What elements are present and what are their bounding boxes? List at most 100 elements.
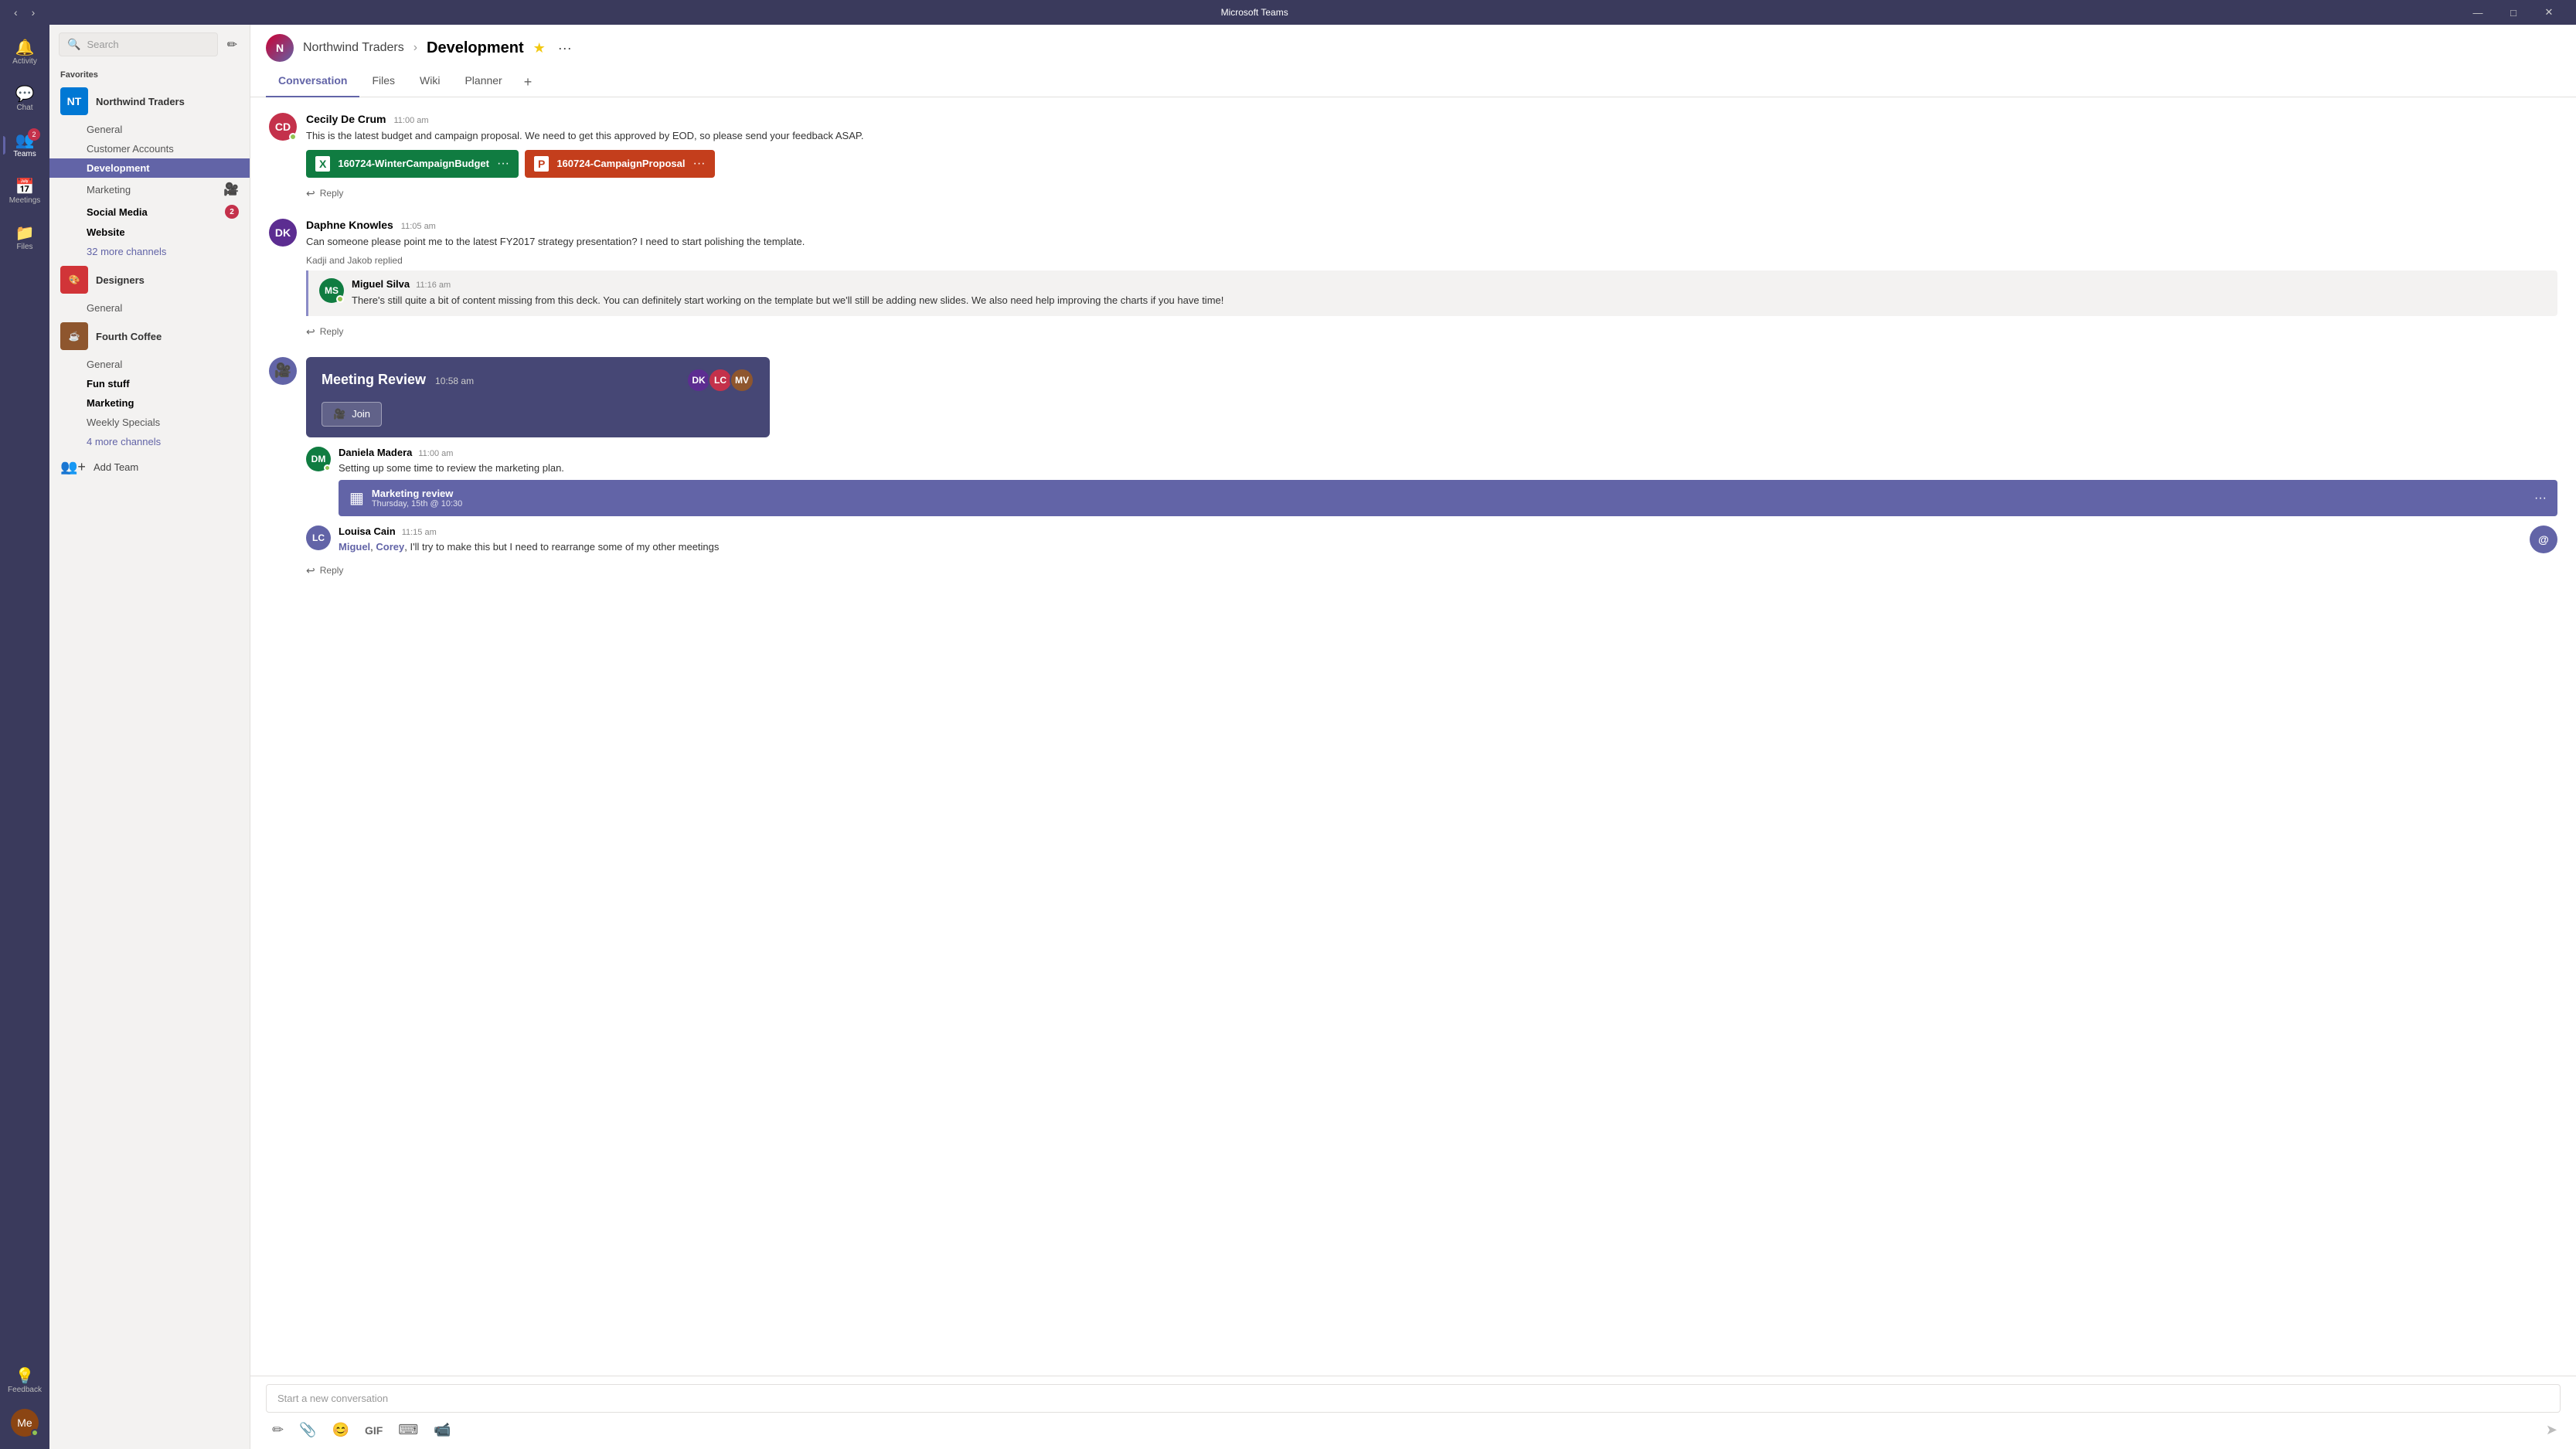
nav-teams[interactable]: 2 👥 Teams	[3, 124, 46, 167]
nav-chat-label: Chat	[16, 104, 32, 112]
video-message-button[interactable]: 📹	[430, 1419, 454, 1441]
maximize-button[interactable]: □	[2496, 0, 2531, 25]
daniela-time: 11:00 am	[418, 449, 453, 458]
daphne-body: Can someone please point me to the lates…	[306, 234, 2557, 250]
minimize-button[interactable]: —	[2460, 0, 2496, 25]
social-media-badge: 2	[225, 205, 239, 219]
excel-file-card[interactable]: X 160724-WinterCampaignBudget ···	[306, 150, 519, 178]
channel-development[interactable]: Development	[49, 158, 250, 178]
nav-chat[interactable]: 💬 Chat	[3, 77, 46, 121]
user-avatar[interactable]: Me	[11, 1409, 39, 1437]
nav-controls[interactable]: ‹ ›	[9, 5, 39, 20]
northwind-more-channels[interactable]: 32 more channels	[49, 242, 250, 261]
meeting-reply-button[interactable]: ↩ Reply	[306, 561, 2557, 580]
channel-header: N Northwind Traders › Development ★ ··· …	[250, 25, 2576, 97]
tab-conversation[interactable]: Conversation	[266, 68, 359, 97]
main-content: N Northwind Traders › Development ★ ··· …	[250, 25, 2576, 1449]
tab-wiki[interactable]: Wiki	[407, 68, 452, 97]
attach-file-button[interactable]: 📎	[296, 1419, 319, 1441]
daphne-reply-label: Reply	[320, 326, 344, 337]
fourth-coffee-avatar: ☕	[60, 322, 88, 350]
compose-input-field[interactable]: Start a new conversation	[266, 1384, 2561, 1413]
daniela-body: Setting up some time to review the marke…	[339, 461, 2557, 476]
channel-fc-marketing[interactable]: Marketing	[49, 393, 250, 413]
message-cecily: CD Cecily De Crum 11:00 am This is the l…	[269, 113, 2557, 203]
send-button[interactable]: ➤	[2546, 1422, 2557, 1438]
nav-feedback[interactable]: 💡 Feedback	[3, 1359, 46, 1403]
nav-feedback-label: Feedback	[8, 1386, 42, 1394]
excel-file-name: 160724-WinterCampaignBudget	[338, 158, 489, 169]
channel-social-media[interactable]: Social Media 2	[49, 201, 250, 223]
northwind-team-name: Northwind Traders	[96, 96, 219, 107]
join-label: Join	[352, 408, 370, 420]
channel-website[interactable]: Website	[49, 223, 250, 242]
close-button[interactable]: ✕	[2531, 0, 2567, 25]
reply-icon: ↩	[306, 187, 315, 200]
calendar-card-left: ▦ Marketing review Thursday, 15th @ 10:3…	[349, 488, 462, 509]
nav-activity[interactable]: 🔔 Activity	[3, 31, 46, 74]
cecily-time: 11:00 am	[393, 116, 428, 125]
mention-corey: Corey	[376, 541, 404, 553]
ppt-file-card[interactable]: P 160724-CampaignProposal ···	[525, 150, 715, 178]
sub-msg-louisa: LC Louisa Cain 11:15 am Miguel, Corey, I…	[306, 526, 2557, 555]
add-team-button[interactable]: 👥+ Add Team	[49, 451, 250, 483]
channel-nt-general[interactable]: General	[49, 120, 250, 139]
channel-designers-general[interactable]: General	[49, 298, 250, 318]
user-status-indicator	[31, 1429, 39, 1437]
participant-avatar-3: MV	[730, 368, 754, 393]
team-northwind-traders[interactable]: NT Northwind Traders ···	[49, 83, 250, 120]
favorite-star-icon[interactable]: ★	[533, 40, 546, 56]
reply-label: Reply	[320, 188, 344, 199]
channel-customer-accounts[interactable]: Customer Accounts	[49, 139, 250, 158]
add-tab-button[interactable]: +	[515, 68, 542, 97]
sidebar: 🔍 Search ✏ Favorites NT Northwind Trader…	[49, 25, 250, 1449]
compose-new-button[interactable]: ✏	[224, 34, 240, 56]
feedback-icon: 💡	[15, 1369, 35, 1384]
window-controls[interactable]: — □ ✕	[2460, 0, 2567, 25]
ppt-file-more-icon[interactable]: ···	[693, 157, 706, 171]
tab-planner[interactable]: Planner	[452, 68, 514, 97]
meeting-card-time: 10:58 am	[435, 376, 474, 386]
sidebar-teams-list: Favorites NT Northwind Traders ··· Gener…	[49, 64, 250, 1449]
nav-forward-button[interactable]: ›	[27, 5, 40, 20]
cecily-reply-button[interactable]: ↩ Reply	[306, 184, 2557, 203]
channel-team-logo: N	[266, 34, 294, 62]
excel-file-icon: X	[315, 156, 330, 172]
channel-weekly-specials[interactable]: Weekly Specials	[49, 413, 250, 432]
meeting-title: Meeting Review	[322, 372, 426, 388]
nav-files[interactable]: 📁 Files	[3, 216, 46, 260]
channel-marketing[interactable]: Marketing 🎥	[49, 178, 250, 201]
daphne-avatar: DK	[269, 219, 297, 247]
cecily-status	[289, 133, 297, 141]
format-text-button[interactable]: ✏	[269, 1419, 287, 1441]
team-fourth-coffee[interactable]: ☕ Fourth Coffee ···	[49, 318, 250, 355]
channel-more-options-button[interactable]: ···	[555, 37, 575, 60]
title-bar: ‹ › Microsoft Teams — □ ✕	[0, 0, 2576, 25]
compose-toolbar: ✏ 📎 😊 GIF ⌨ 📹 ➤	[266, 1413, 2561, 1441]
sticker-button[interactable]: ⌨	[395, 1419, 421, 1441]
louisa-avatar: LC	[306, 526, 331, 550]
channel-fc-general[interactable]: General	[49, 355, 250, 374]
calendar-card-more-icon[interactable]: ···	[2534, 492, 2547, 505]
gif-button[interactable]: GIF	[362, 1421, 386, 1440]
daphne-reply-button[interactable]: ↩ Reply	[306, 322, 2557, 342]
channel-fc-fun-stuff[interactable]: Fun stuff	[49, 374, 250, 393]
fourth-coffee-more-channels[interactable]: 4 more channels	[49, 432, 250, 451]
cecily-author: Cecily De Crum	[306, 113, 386, 125]
miguel-reply-content: Miguel Silva 11:16 am There's still quit…	[352, 278, 2547, 308]
tab-files[interactable]: Files	[359, 68, 407, 97]
calendar-card[interactable]: ▦ Marketing review Thursday, 15th @ 10:3…	[339, 480, 2557, 516]
emoji-button[interactable]: 😊	[329, 1419, 352, 1441]
join-meeting-button[interactable]: 🎥 Join	[322, 402, 382, 427]
sidebar-search-bar: 🔍 Search ✏	[49, 25, 250, 64]
daphne-replied-thread: Kadji and Jakob replied MS Miguel Silva …	[306, 255, 2557, 316]
miguel-body: There's still quite a bit of content mis…	[352, 293, 2547, 308]
search-input[interactable]: 🔍 Search	[59, 32, 218, 56]
miguel-author: Miguel Silva	[352, 278, 410, 290]
cecily-body: This is the latest budget and campaign p…	[306, 128, 2557, 144]
louisa-author: Louisa Cain	[339, 526, 396, 537]
nav-meetings[interactable]: 📅 Meetings	[3, 170, 46, 213]
excel-file-more-icon[interactable]: ···	[497, 157, 509, 171]
team-designers[interactable]: 🎨 Designers ···	[49, 261, 250, 298]
nav-back-button[interactable]: ‹	[9, 5, 22, 20]
